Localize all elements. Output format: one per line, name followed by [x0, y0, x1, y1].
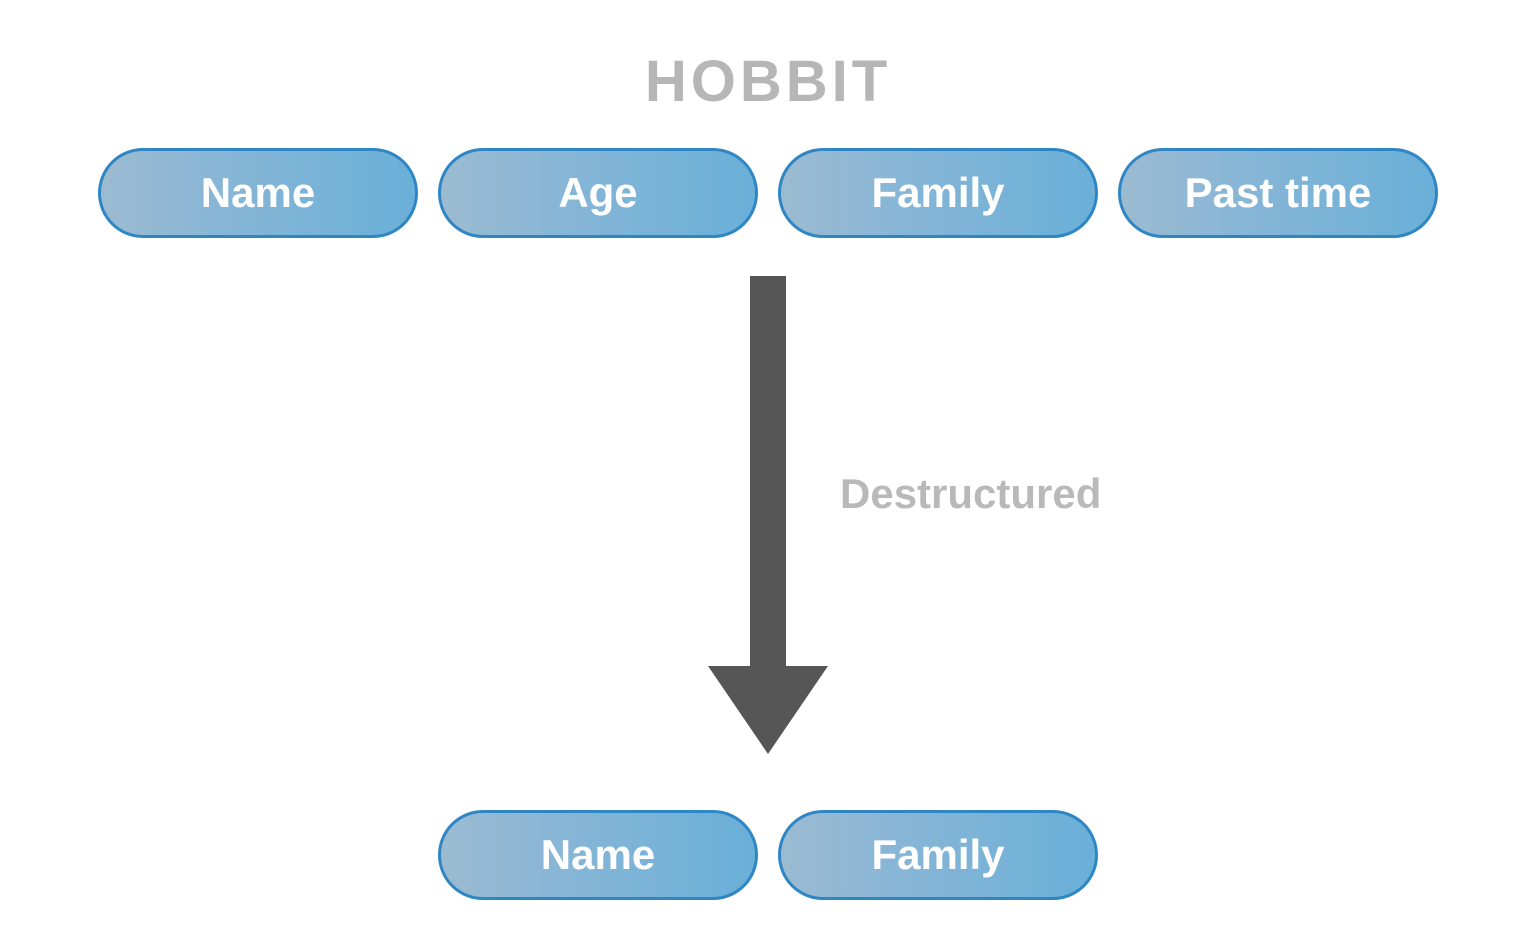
diagram-title: HOBBIT	[0, 48, 1536, 115]
source-pill-family: Family	[778, 148, 1098, 238]
down-arrow-icon	[698, 276, 838, 756]
diagram-canvas: HOBBIT Name Age Family Past time Destruc…	[0, 0, 1536, 948]
result-pill-row: Name Family	[0, 810, 1536, 900]
result-pill-family: Family	[778, 810, 1098, 900]
source-pill-row: Name Age Family Past time	[0, 148, 1536, 238]
source-pill-past-time: Past time	[1118, 148, 1438, 238]
arrow-label: Destructured	[840, 470, 1101, 518]
source-pill-name: Name	[98, 148, 418, 238]
source-pill-age: Age	[438, 148, 758, 238]
result-pill-name: Name	[438, 810, 758, 900]
